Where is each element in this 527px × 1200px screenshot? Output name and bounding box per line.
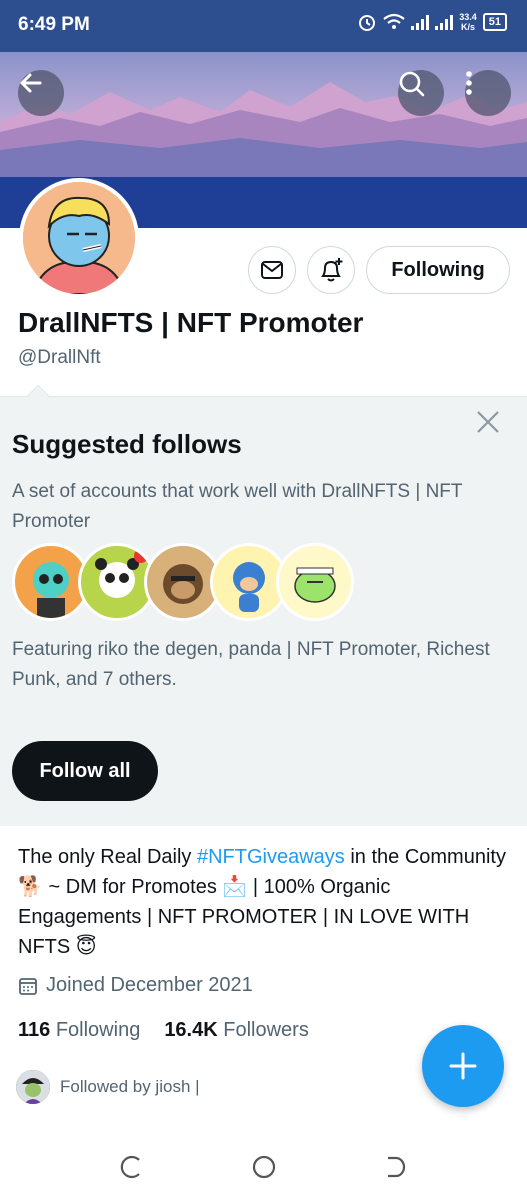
user-handle: @DrallNft: [18, 347, 101, 368]
notifications-button[interactable]: [307, 246, 355, 294]
following-label: Following: [55, 1019, 141, 1041]
followed-by-text: Followed by jiosh |: [60, 1077, 200, 1096]
close-icon: [477, 411, 499, 433]
suggested-avatar-5: [276, 543, 354, 621]
following-stat[interactable]: 116 Following: [18, 1019, 140, 1042]
profile-avatar[interactable]: [19, 178, 139, 298]
home-circle-icon: [252, 1155, 276, 1179]
system-navigation-bar: [0, 1132, 527, 1200]
back-nav-button[interactable]: [380, 1152, 410, 1182]
followers-stat[interactable]: 16.4K Followers: [164, 1019, 309, 1042]
followers-label: Followers: [223, 1019, 309, 1041]
following-button[interactable]: Following: [366, 246, 510, 294]
more-button[interactable]: [465, 70, 511, 116]
mail-icon: [261, 261, 283, 279]
recent-apps-button[interactable]: [117, 1152, 147, 1182]
wifi-icon: [383, 13, 405, 29]
status-time: 6:49 PM: [18, 14, 90, 35]
bell-plus-icon: [321, 258, 343, 282]
follow-stats: 116 Following 16.4K Followers: [18, 1019, 309, 1042]
bio-text-1: The only Real Daily: [18, 846, 197, 868]
followers-count: 16.4K: [164, 1019, 218, 1041]
calendar-icon: [19, 977, 37, 995]
followed-by[interactable]: Followed by jiosh |: [16, 1070, 200, 1104]
back-nav-icon: [388, 1156, 406, 1178]
suggested-avatars[interactable]: [12, 543, 354, 623]
home-button[interactable]: [249, 1152, 279, 1182]
search-button[interactable]: [398, 70, 444, 116]
back-button[interactable]: [18, 70, 64, 116]
message-button[interactable]: [248, 246, 296, 294]
net-speed: 33.4 K/s: [459, 12, 477, 32]
battery-icon: 51: [482, 13, 507, 31]
panel-caret: [26, 384, 50, 408]
arrow-left-icon: [20, 73, 42, 93]
status-bar: 6:49 PM 33.4 K/s 51: [0, 0, 527, 52]
suggested-title: Suggested follows: [12, 429, 242, 459]
follow-all-button[interactable]: Follow all: [12, 741, 158, 801]
joined-date: Joined December 2021: [18, 974, 253, 997]
signal-bars-2-icon: [435, 14, 454, 30]
suggested-description: A set of accounts that work well with Dr…: [12, 481, 463, 532]
signal-bars-icon: [411, 14, 430, 30]
close-suggestions-button[interactable]: [473, 409, 503, 439]
display-name: DrallNFTS | NFT Promoter: [18, 307, 364, 338]
suggested-featuring: Featuring riko the degen, panda | NFT Pr…: [12, 639, 490, 690]
compose-tweet-button[interactable]: [422, 1025, 504, 1107]
bio-hashtag-link[interactable]: #NFTGiveaways: [197, 846, 345, 868]
more-vertical-icon: [466, 71, 472, 95]
joined-text: Joined December 2021: [46, 974, 253, 996]
status-icons: 33.4 K/s 51: [357, 12, 507, 32]
followed-by-avatar: [16, 1070, 50, 1104]
profile-bio: The only Real Daily #NFTGiveaways in the…: [18, 842, 518, 962]
following-count: 116: [18, 1019, 51, 1041]
suggested-follows-panel: Suggested follows A set of accounts that…: [0, 384, 527, 826]
search-icon: [399, 71, 425, 97]
alarm-icon: [359, 15, 376, 31]
recent-apps-icon: [120, 1155, 140, 1179]
plus-icon: [449, 1052, 477, 1080]
